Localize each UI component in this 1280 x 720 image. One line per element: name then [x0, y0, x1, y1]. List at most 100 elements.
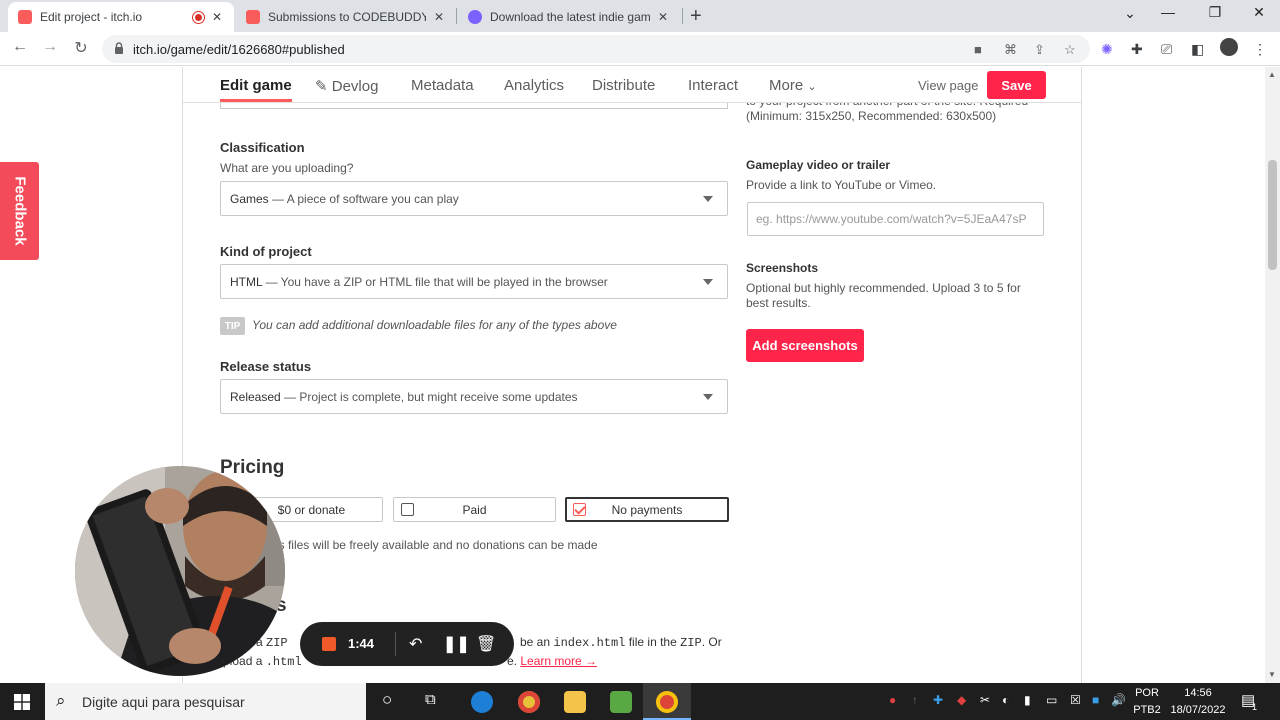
share-icon[interactable]: ⇪	[1034, 42, 1045, 58]
select-value: Games — A piece of software you can play	[230, 192, 459, 206]
close-tab-icon[interactable]: ✕	[656, 10, 670, 24]
video-url-input[interactable]	[748, 203, 1043, 235]
menu-kebab-icon[interactable]: ⋮	[1253, 41, 1267, 58]
close-tab-icon[interactable]: ✕	[210, 10, 224, 24]
tab-devlog[interactable]: ✎ Devlog	[315, 77, 378, 95]
clock-date[interactable]: 18/07/2022	[1168, 704, 1228, 716]
close-tab-icon[interactable]: ✕	[432, 10, 446, 24]
chrome-icon[interactable]	[518, 691, 540, 713]
extensions-puzzle-icon[interactable]: ✚	[1131, 41, 1143, 58]
pricing-option-paid[interactable]: Paid	[393, 497, 556, 522]
kind-of-project-select[interactable]: HTML — You have a ZIP or HTML file that …	[220, 264, 728, 299]
keyboard-layout[interactable]: PTB2	[1132, 704, 1162, 716]
shield-icon[interactable]: ◐	[1002, 693, 1009, 707]
tab-search-icon[interactable]: ⌄	[1118, 5, 1142, 22]
windows-taskbar: ⌕ Digite aqui para pesquisar ○ ⧉ ● ↑ ✚ ◆…	[0, 683, 1280, 720]
tab-edit-game[interactable]: Edit game	[220, 77, 292, 94]
file-explorer-icon[interactable]	[564, 691, 586, 713]
recorder-separator	[395, 632, 396, 656]
recorder-controls: 1:44 ↶ ❚❚ 🗑	[300, 622, 514, 666]
pricing-option-no-payments[interactable]: No payments	[565, 497, 729, 522]
tool-icon[interactable]: ✂	[980, 693, 990, 707]
classification-hint: What are you uploading?	[220, 161, 354, 175]
forward-icon[interactable]: →	[40, 38, 60, 56]
classification-select[interactable]: Games — A piece of software you can play	[220, 181, 728, 216]
mic-icon[interactable]: ▮	[1024, 693, 1031, 707]
scroll-thumb[interactable]	[1268, 160, 1277, 270]
bookmark-star-icon[interactable]: ☆	[1064, 42, 1076, 58]
scroll-up-icon[interactable]: ▲	[1268, 70, 1276, 79]
view-page-link[interactable]: View page	[918, 78, 978, 93]
screenshots-label: Screenshots	[746, 261, 819, 275]
tip-text: You can add additional downloadable file…	[252, 318, 617, 332]
back-icon[interactable]: ←	[10, 38, 30, 56]
chevron-down-icon	[703, 196, 713, 202]
webcam-person-image	[75, 466, 285, 676]
pause-icon[interactable]: ❚❚	[443, 634, 470, 654]
itchio-favicon-icon	[246, 10, 260, 24]
notepad-plus-icon[interactable]	[610, 691, 632, 713]
webcam-overlay	[75, 466, 285, 676]
tab-metadata[interactable]: Metadata	[411, 77, 474, 94]
uploads-instructions-line2-end: e. Learn more →	[507, 654, 598, 668]
tab-submissions[interactable]: Submissions to CODEBUDDY // P ✕	[236, 2, 456, 32]
taskbar-search[interactable]: ⌕ Digite aqui para pesquisar	[45, 683, 366, 720]
release-status-select[interactable]: Released — Project is complete, but migh…	[220, 379, 728, 414]
trash-icon[interactable]: 🗑	[476, 634, 496, 654]
display-icon[interactable]: ▭	[1046, 693, 1057, 707]
task-view-icon[interactable]: ⧉	[425, 691, 436, 708]
up-arrow-icon[interactable]: ↑	[912, 693, 918, 707]
itchio-favicon-icon	[18, 10, 32, 24]
feedback-tab[interactable]: Feedback	[0, 162, 39, 260]
scroll-down-icon[interactable]: ▼	[1268, 670, 1276, 679]
tab-edit-project[interactable]: Edit project - itch.io ✕	[8, 2, 234, 32]
microphone-status-icon[interactable]: ●	[889, 693, 896, 707]
add-screenshots-button[interactable]: Add screenshots	[746, 329, 864, 362]
select-value: Released — Project is complete, but migh…	[230, 390, 578, 404]
antivirus-icon[interactable]: ◆	[957, 693, 966, 707]
minimize-icon[interactable]: —	[1156, 4, 1180, 20]
restore-icon[interactable]: ❐	[1203, 4, 1227, 21]
release-status-label: Release status	[220, 359, 312, 374]
windows-start-icon[interactable]	[14, 694, 30, 710]
clock-time[interactable]: 14:56	[1168, 687, 1228, 699]
gear-favicon-icon	[468, 10, 482, 24]
bluetooth-icon[interactable]: ■	[1092, 693, 1099, 707]
cast-icon[interactable]: ⎚	[1161, 41, 1172, 58]
edit-game-panel: Edit game ✎ Devlog Metadata Analytics Di…	[182, 67, 1082, 683]
save-button[interactable]: Save	[987, 71, 1046, 99]
page-scrollbar[interactable]: ▲ ▼	[1265, 67, 1280, 683]
tab-distribute[interactable]: Distribute	[592, 77, 655, 94]
extension-gear-icon[interactable]: ✺	[1101, 41, 1113, 58]
tab-download-indie-games[interactable]: Download the latest indie games ✕	[458, 2, 680, 32]
reload-icon[interactable]: ↻	[71, 38, 91, 58]
pricing-heading: Pricing	[220, 457, 285, 478]
tab-label: More	[769, 77, 804, 94]
edge-icon[interactable]	[471, 691, 493, 713]
undo-icon[interactable]: ↶	[409, 634, 422, 654]
screenshots-hint: Optional but highly recommended. Upload …	[746, 281, 1021, 310]
classification-label: Classification	[220, 140, 305, 155]
tab-interact[interactable]: Interact	[688, 77, 738, 94]
camera-icon[interactable]: ■	[974, 42, 982, 57]
translate-icon[interactable]: ⌘	[1004, 42, 1017, 58]
profile-avatar[interactable]	[1220, 38, 1238, 56]
close-box-icon[interactable]: ☒	[1070, 693, 1081, 707]
tab-separator	[456, 8, 457, 24]
new-tab-icon[interactable]: +	[690, 5, 702, 28]
address-bar[interactable]: itch.io/game/edit/1626680#published ■ ⌘ …	[102, 35, 1090, 63]
language-code[interactable]: POR	[1132, 687, 1162, 699]
stop-recording-button[interactable]	[322, 637, 336, 651]
learn-more-link[interactable]: Learn more →	[520, 654, 597, 668]
chrome-recording-icon[interactable]	[656, 691, 678, 713]
side-panel-icon[interactable]: ◧	[1191, 41, 1204, 58]
close-window-icon[interactable]: ✕	[1247, 4, 1271, 21]
chevron-down-icon	[703, 279, 713, 285]
tab-more[interactable]: More ⌄	[769, 77, 817, 94]
option-label: No payments	[611, 503, 683, 517]
cortana-icon[interactable]: ○	[382, 690, 392, 710]
tab-analytics[interactable]: Analytics	[504, 77, 564, 94]
volume-icon[interactable]: 🔊	[1111, 693, 1126, 707]
video-url-field[interactable]	[747, 202, 1044, 236]
network-app-icon[interactable]: ✚	[933, 693, 943, 707]
